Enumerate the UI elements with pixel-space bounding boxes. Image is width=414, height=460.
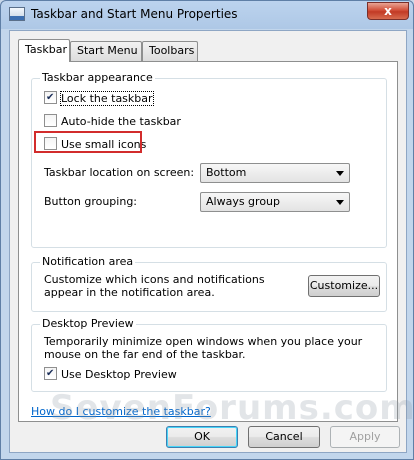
tab-taskbar[interactable]: Taskbar <box>18 39 70 62</box>
auto-hide-checkbox[interactable]: Auto-hide the taskbar <box>44 114 181 129</box>
chevron-down-icon <box>336 171 344 176</box>
tab-start-menu[interactable]: Start Menu <box>70 41 142 61</box>
grouping-value: Always group <box>206 195 281 208</box>
apply-button[interactable]: Apply <box>330 426 400 448</box>
taskbar-tab-panel: Taskbar appearance Lock the taskbar Auto… <box>18 61 398 422</box>
checkbox-box[interactable] <box>44 367 57 380</box>
close-button[interactable]: x <box>367 2 409 20</box>
lock-taskbar-label: Lock the taskbar <box>60 91 154 106</box>
ok-button[interactable]: OK <box>166 426 238 448</box>
notification-area-group: Notification area Customize which icons … <box>31 255 387 312</box>
desktop-preview-group: Desktop Preview Temporarily minimize ope… <box>31 317 387 392</box>
taskbar-location-select[interactable]: Bottom <box>200 163 350 183</box>
checkbox-box[interactable] <box>44 114 57 127</box>
checkbox-box[interactable] <box>44 91 57 104</box>
location-label: Taskbar location on screen: <box>44 166 195 179</box>
desktop-preview-label: Use Desktop Preview <box>61 368 177 381</box>
tab-toolbars[interactable]: Toolbars <box>142 41 198 61</box>
grouping-label: Button grouping: <box>44 195 138 208</box>
group-legend-notification: Notification area <box>40 255 136 268</box>
window-frame: Taskbar and Start Menu Properties x Task… <box>0 0 414 460</box>
window-title: Taskbar and Start Menu Properties <box>31 7 238 21</box>
title-bar[interactable]: Taskbar and Start Menu Properties x <box>1 1 414 29</box>
taskbar-app-icon <box>9 7 25 21</box>
taskbar-appearance-group: Taskbar appearance Lock the taskbar Auto… <box>31 71 387 248</box>
highlight-annotation-box <box>34 131 142 153</box>
notification-description: Customize which icons and notifications … <box>44 273 265 299</box>
desktop-preview-checkbox[interactable]: Use Desktop Preview <box>44 367 177 382</box>
lock-taskbar-checkbox[interactable]: Lock the taskbar <box>44 91 154 106</box>
location-value: Bottom <box>206 166 247 179</box>
chevron-down-icon <box>336 200 344 205</box>
button-grouping-select[interactable]: Always group <box>200 192 350 212</box>
cancel-button[interactable]: Cancel <box>248 426 320 448</box>
customize-button[interactable]: Customize... <box>308 275 380 297</box>
watermark-text: SevenForums.com <box>50 388 414 428</box>
preview-description: Temporarily minimize open windows when y… <box>44 335 363 361</box>
group-legend-appearance: Taskbar appearance <box>40 71 155 84</box>
group-legend-preview: Desktop Preview <box>40 317 136 330</box>
auto-hide-label: Auto-hide the taskbar <box>61 115 181 128</box>
dialog-client: Taskbar Start Menu Toolbars Taskbar appe… <box>9 30 414 453</box>
